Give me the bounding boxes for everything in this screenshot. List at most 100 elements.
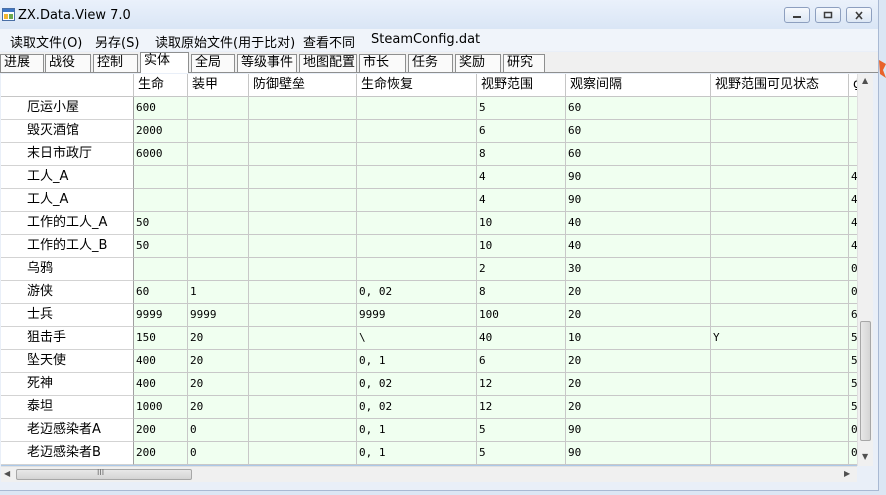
- grid-cell[interactable]: [357, 97, 477, 120]
- grid-cell[interactable]: [357, 120, 477, 143]
- grid-cell[interactable]: 6: [477, 350, 566, 373]
- grid-cell[interactable]: 0: [849, 442, 857, 465]
- scroll-left-icon[interactable]: ◀: [4, 469, 10, 478]
- grid-cell[interactable]: 0, 1: [357, 350, 477, 373]
- grid-cell[interactable]: [188, 120, 249, 143]
- column-header-extra[interactable]: ₫: [849, 74, 857, 97]
- grid-cell[interactable]: 90: [566, 419, 711, 442]
- grid-cell[interactable]: 60: [566, 143, 711, 166]
- grid-cell[interactable]: 90: [566, 189, 711, 212]
- row-header[interactable]: 末日市政厅: [1, 143, 134, 166]
- grid-cell[interactable]: 40: [477, 327, 566, 350]
- grid-cell[interactable]: [849, 143, 857, 166]
- grid-cell[interactable]: 0, 02: [357, 373, 477, 396]
- grid-cell[interactable]: 9999: [188, 304, 249, 327]
- grid-cell[interactable]: [188, 189, 249, 212]
- vertical-scroll-thumb[interactable]: [860, 321, 871, 441]
- row-header[interactable]: 厄运小屋: [1, 97, 134, 120]
- grid-cell[interactable]: 6: [849, 304, 857, 327]
- grid-cell[interactable]: [711, 281, 849, 304]
- grid-cell[interactable]: [711, 304, 849, 327]
- grid-cell[interactable]: 0, 02: [357, 281, 477, 304]
- grid-cell[interactable]: 200: [134, 442, 188, 465]
- grid-cell[interactable]: [711, 189, 849, 212]
- column-header-rampart[interactable]: 防御壁垒: [249, 74, 357, 97]
- grid-cell[interactable]: [249, 373, 357, 396]
- tab-research[interactable]: 研究: [503, 54, 545, 72]
- grid-cell[interactable]: [188, 258, 249, 281]
- row-header[interactable]: 工作的工人_B: [1, 235, 134, 258]
- row-header[interactable]: 工作的工人_A: [1, 212, 134, 235]
- row-header[interactable]: 毁灭酒馆: [1, 120, 134, 143]
- grid-cell[interactable]: [188, 166, 249, 189]
- minimize-button[interactable]: [784, 7, 810, 23]
- row-header[interactable]: 工人_A: [1, 189, 134, 212]
- grid-cell[interactable]: 9999: [134, 304, 188, 327]
- grid-cell[interactable]: 0: [188, 442, 249, 465]
- menu-steam-config[interactable]: SteamConfig.dat: [371, 32, 480, 47]
- grid-cell[interactable]: [249, 97, 357, 120]
- grid-cell[interactable]: \: [357, 327, 477, 350]
- grid-cell[interactable]: [249, 143, 357, 166]
- grid-cell[interactable]: 2000: [134, 120, 188, 143]
- grid-cell[interactable]: 20: [566, 350, 711, 373]
- grid-cell[interactable]: 12: [477, 396, 566, 419]
- row-header[interactable]: 士兵: [1, 304, 134, 327]
- tab-mayor[interactable]: 市长: [359, 54, 406, 72]
- grid-cell[interactable]: 0, 1: [357, 442, 477, 465]
- row-header[interactable]: 老迈感染者B: [1, 442, 134, 465]
- row-header[interactable]: 狙击手: [1, 327, 134, 350]
- grid-cell[interactable]: 200: [134, 419, 188, 442]
- grid-cell[interactable]: 20: [188, 396, 249, 419]
- grid-cell[interactable]: 20: [566, 281, 711, 304]
- horizontal-scrollbar[interactable]: ◀ III ▶: [1, 466, 857, 482]
- tab-level-events[interactable]: 等级事件: [237, 54, 297, 72]
- grid-cell[interactable]: 20: [188, 373, 249, 396]
- grid-cell[interactable]: 60: [134, 281, 188, 304]
- grid-cell[interactable]: 50: [134, 212, 188, 235]
- grid-cell[interactable]: 6: [477, 120, 566, 143]
- grid-cell[interactable]: [711, 350, 849, 373]
- row-header[interactable]: 老迈感染者A: [1, 419, 134, 442]
- row-header[interactable]: 死神: [1, 373, 134, 396]
- grid-cell[interactable]: 40: [566, 235, 711, 258]
- tab-reward[interactable]: 奖励: [455, 54, 501, 72]
- grid-cell[interactable]: 20: [566, 373, 711, 396]
- grid-cell[interactable]: 100: [477, 304, 566, 327]
- vertical-scrollbar[interactable]: ▲ ▼: [857, 74, 873, 466]
- grid-cell[interactable]: [249, 212, 357, 235]
- grid-cell[interactable]: 10: [477, 235, 566, 258]
- grid-cell[interactable]: 1: [188, 281, 249, 304]
- grid-cell[interactable]: 20: [188, 350, 249, 373]
- grid-cell[interactable]: [134, 258, 188, 281]
- tab-progress[interactable]: 进展: [0, 54, 44, 72]
- grid-cell[interactable]: [849, 120, 857, 143]
- grid-cell[interactable]: [711, 235, 849, 258]
- grid-cell[interactable]: [249, 120, 357, 143]
- grid-cell[interactable]: [249, 442, 357, 465]
- grid-cell[interactable]: [849, 97, 857, 120]
- grid-cell[interactable]: [711, 442, 849, 465]
- grid-cell[interactable]: 20: [188, 327, 249, 350]
- grid-cell[interactable]: 0: [188, 419, 249, 442]
- column-header-vision[interactable]: 视野范围: [477, 74, 566, 97]
- grid-cell[interactable]: 0: [849, 258, 857, 281]
- row-header[interactable]: 坠天使: [1, 350, 134, 373]
- grid-cell[interactable]: 20: [566, 396, 711, 419]
- horizontal-scroll-thumb[interactable]: III: [16, 468, 192, 480]
- grid-cell[interactable]: [711, 373, 849, 396]
- column-header-vision-state[interactable]: 视野范围可见状态: [711, 74, 849, 97]
- grid-cell[interactable]: 1000: [134, 396, 188, 419]
- grid-cell[interactable]: 60: [566, 97, 711, 120]
- grid-cell[interactable]: 400: [134, 350, 188, 373]
- entity-data-grid[interactable]: 生命装甲防御壁垒生命恢复视野范围观察间隔视野范围可见状态₫厄运小屋600560毁…: [1, 74, 857, 466]
- grid-cell[interactable]: 4: [849, 212, 857, 235]
- column-header-armor[interactable]: 装甲: [188, 74, 249, 97]
- grid-cell[interactable]: 4: [477, 166, 566, 189]
- close-button[interactable]: [846, 7, 872, 23]
- column-header-hp[interactable]: 生命: [134, 74, 188, 97]
- row-header[interactable]: 乌鸦: [1, 258, 134, 281]
- grid-cell[interactable]: 0, 02: [357, 396, 477, 419]
- grid-cell[interactable]: 400: [134, 373, 188, 396]
- grid-cell[interactable]: 9999: [357, 304, 477, 327]
